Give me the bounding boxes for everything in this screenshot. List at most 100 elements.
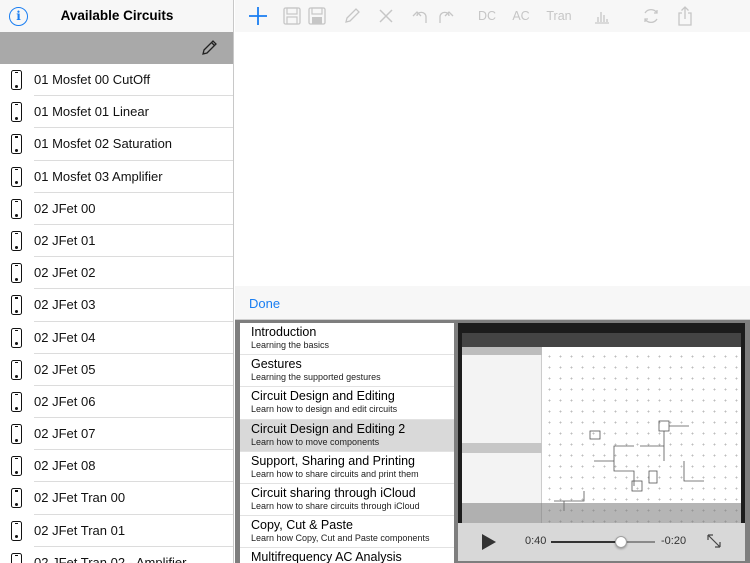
plus-icon[interactable]	[247, 5, 269, 27]
phone-icon	[11, 327, 22, 348]
circuit-list-item[interactable]: 02 JFet Tran 01	[0, 515, 233, 548]
save-as-icon[interactable]	[307, 5, 327, 27]
delete-icon[interactable]	[376, 5, 396, 27]
video-controls: 0:40 -0:20	[458, 523, 745, 561]
tutorial-list-item[interactable]: Support, Sharing and Printing Learn how t…	[240, 452, 454, 484]
phone-icon	[11, 134, 22, 155]
tutorial-list-item[interactable]: Copy, Cut & Paste Learn how Copy, Cut and…	[240, 516, 454, 549]
tutorial-title: Copy, Cut & Paste	[251, 518, 353, 533]
circuit-list-item[interactable]: 02 JFet 06	[0, 386, 233, 419]
transient-analysis-button[interactable]: Tran	[544, 5, 574, 27]
share-icon[interactable]	[675, 5, 695, 27]
tutorial-list-item[interactable]: Circuit sharing through iCloud Learn how …	[240, 484, 454, 517]
tutorial-list-item[interactable]: Introduction Learning the basics	[240, 323, 454, 356]
fullscreen-icon[interactable]	[706, 533, 722, 549]
pencil-icon[interactable]	[200, 39, 218, 57]
play-icon[interactable]	[482, 534, 496, 550]
video-circuit-grid	[544, 351, 739, 523]
circuit-list-item[interactable]: 02 JFet 00	[0, 193, 233, 226]
tutorial-title: Multifrequency AC Analysis	[251, 550, 402, 563]
circuit-list-item[interactable]: 01 Mosfet 01 Linear	[0, 96, 233, 129]
tutorial-subtitle: Learning the supported gestures	[251, 372, 381, 383]
circuit-list-item[interactable]: 02 JFet 01	[0, 225, 233, 258]
video-app-toolbar	[462, 333, 741, 347]
circuit-list-item-label: 02 JFet 07	[34, 426, 96, 442]
pencil-icon[interactable]	[342, 5, 362, 27]
circuit-list-item-label: 02 JFet 06	[34, 393, 96, 409]
sidebar-toolbar	[0, 32, 233, 64]
tutorial-title: Circuit Design and Editing 2	[251, 421, 406, 436]
video-app-sidebar	[462, 347, 542, 523]
phone-icon	[11, 456, 22, 477]
circuit-list-item[interactable]: 02 JFet Tran 02 - Amplifier	[0, 547, 233, 563]
tutorial-title: Gestures	[251, 357, 302, 372]
tutorial-title: Circuit Design and Editing	[251, 389, 395, 404]
time-remaining: -0:20	[661, 535, 687, 547]
tutorial-list-item[interactable]: Multifrequency AC Analysis	[240, 548, 454, 563]
tutorial-subtitle: Learn how to share circuits and print th…	[251, 468, 419, 479]
tutorial-subtitle: Learn how to share circuits through iClo…	[251, 500, 420, 511]
circuits-sidebar: i Available Circuits 01 Mosfet 00 CutOff…	[0, 0, 234, 563]
circuit-list-item[interactable]: 02 JFet 05	[0, 354, 233, 387]
done-button[interactable]: Done	[249, 296, 280, 311]
circuit-list-item[interactable]: 02 JFet 07	[0, 418, 233, 451]
tutorial-panel-bar: Done	[235, 286, 750, 320]
circuit-list-item-label: 02 JFet 05	[34, 361, 96, 377]
circuit-list-item-label: 01 Mosfet 02 Saturation	[34, 136, 173, 152]
tutorial-title: Circuit sharing through iCloud	[251, 485, 416, 500]
phone-icon	[11, 295, 22, 316]
tutorial-list-item[interactable]: Circuit Design and Editing 2 Learn how to…	[240, 419, 454, 452]
tutorial-subtitle: Learning the basics	[251, 340, 330, 350]
phone-icon	[11, 520, 22, 541]
video-circuit-sketch	[554, 420, 704, 511]
phone-icon	[11, 263, 22, 284]
refresh-icon[interactable]	[640, 5, 662, 27]
circuit-list-item[interactable]: 01 Mosfet 03 Amplifier	[0, 161, 233, 193]
save-icon[interactable]	[282, 5, 302, 27]
sidebar-title: Available Circuits	[60, 8, 174, 23]
circuit-list-item[interactable]: 02 JFet 04	[0, 322, 233, 354]
phone-icon	[11, 230, 22, 251]
circuit-list-item-label: 01 Mosfet 00 CutOff	[34, 72, 151, 87]
redo-icon[interactable]	[435, 5, 455, 27]
phone-icon	[11, 70, 22, 90]
video-caption-overlay	[462, 503, 741, 523]
tutorial-list: Introduction Learning the basics Gestures L…	[240, 323, 454, 563]
phone-icon	[11, 488, 22, 509]
undo-icon[interactable]	[411, 5, 431, 27]
phone-icon	[11, 102, 22, 123]
video-player: 0:40 -0:20	[458, 323, 745, 561]
video-frame[interactable]	[462, 333, 741, 523]
circuit-list-item[interactable]: 01 Mosfet 00 CutOff	[0, 64, 233, 97]
scrubber-thumb[interactable]	[614, 536, 627, 548]
circuit-list-item-label: 02 JFet 03	[34, 297, 96, 313]
tutorial-list-item[interactable]: Gestures Learning the supported gestures	[240, 355, 454, 388]
circuit-list-item[interactable]: 02 JFet 03	[0, 289, 233, 322]
chart-icon[interactable]	[592, 5, 612, 27]
circuit-list-item-label: 02 JFet 04	[34, 329, 96, 345]
phone-icon	[11, 359, 22, 380]
circuit-list-item-label: 02 JFet 08	[34, 458, 96, 474]
circuit-canvas[interactable]	[235, 32, 750, 286]
video-components-header	[462, 443, 542, 453]
tutorial-list-item[interactable]: Circuit Design and Editing Learn how to d…	[240, 387, 454, 420]
dc-analysis-button[interactable]: DC	[475, 5, 499, 27]
circuit-list-item-label: 02 JFet Tran 02 - Amplifier	[34, 554, 187, 563]
circuit-list-item-label: 02 JFet 02	[34, 265, 96, 281]
scrubber-fill	[551, 541, 621, 543]
phone-icon	[11, 198, 22, 219]
circuit-list-item-label: 02 JFet 01	[34, 232, 96, 248]
circuit-list-item-label: 02 JFet 00	[34, 200, 96, 216]
tutorial-title: Introduction	[251, 325, 317, 339]
tutorial-subtitle: Learn how to move components	[251, 436, 380, 447]
circuit-list-item[interactable]: 01 Mosfet 02 Saturation	[0, 128, 233, 161]
tutorial-panel: Done Introduction Learning the basics Gest…	[235, 286, 750, 563]
ac-analysis-button[interactable]: AC	[509, 5, 533, 27]
circuit-list-item[interactable]: 02 JFet 02	[0, 257, 233, 290]
circuit-list-item[interactable]: 02 JFet 08	[0, 450, 233, 483]
circuit-list-item-label: 02 JFet Tran 01	[34, 522, 126, 538]
scrubber-track[interactable]	[551, 536, 655, 548]
circuit-list-item[interactable]: 02 JFet Tran 00	[0, 482, 233, 515]
phone-icon	[11, 166, 22, 187]
sidebar-header: i Available Circuits	[0, 0, 233, 32]
